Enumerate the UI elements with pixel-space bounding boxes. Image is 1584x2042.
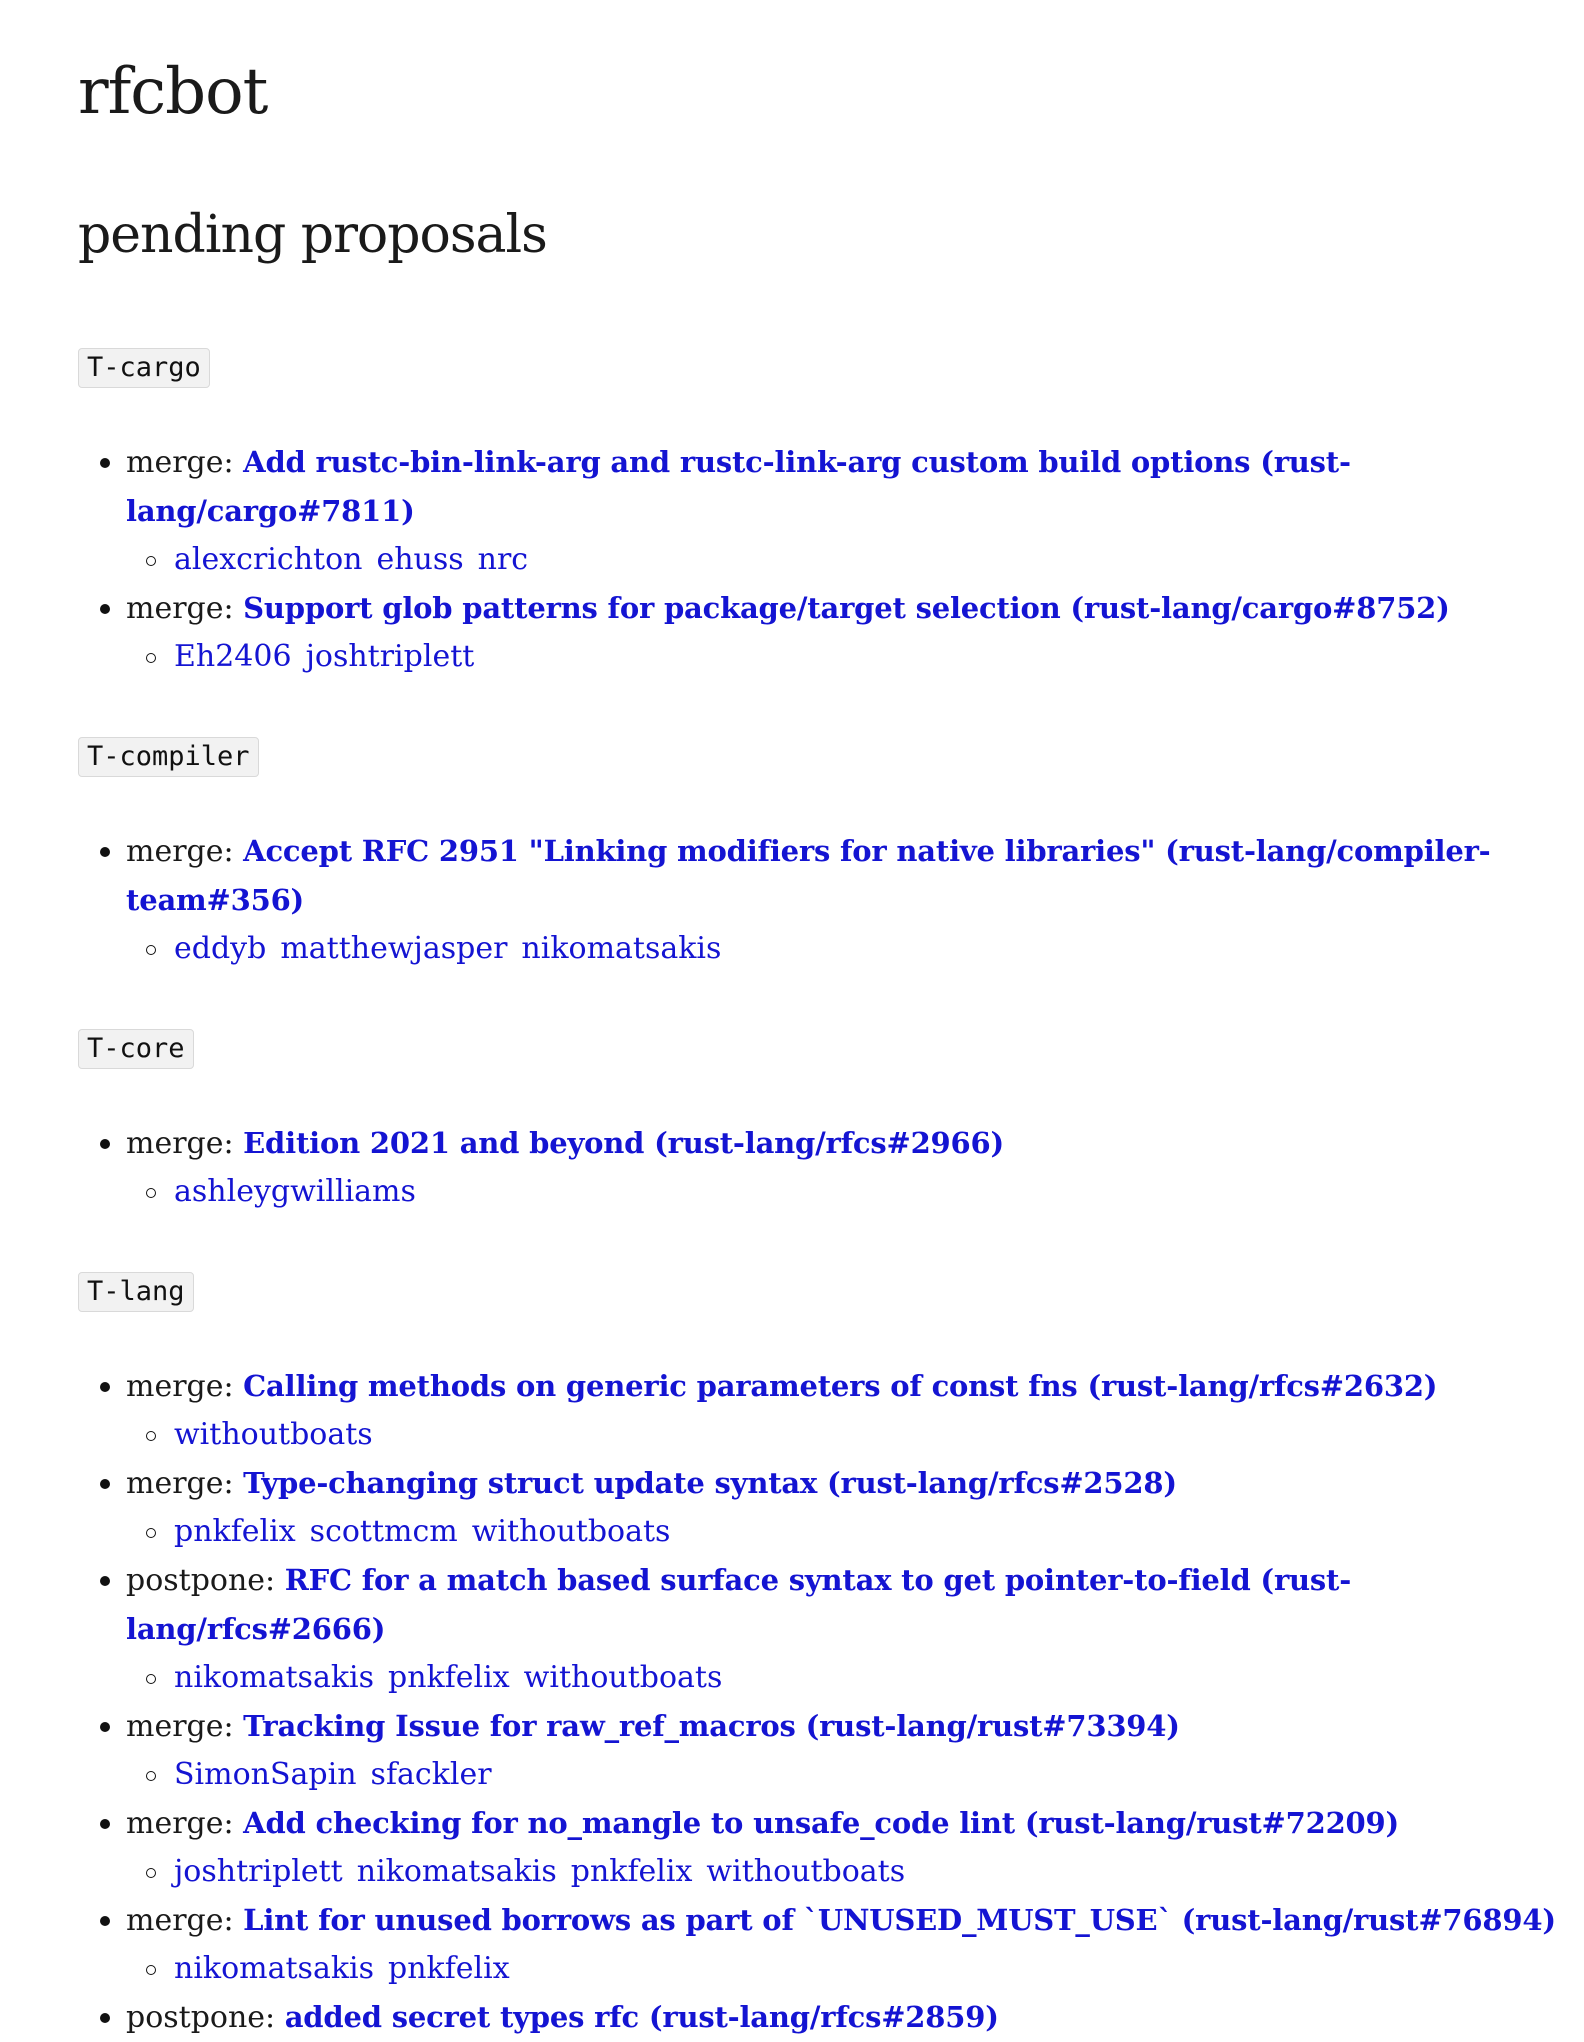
- reviewer-list: joshtriplett nikomatsakis pnkfelix withoutb…: [126, 1848, 1584, 1896]
- team-section: T-cargo merge: Add rustc-bin-link-arg and…: [78, 348, 1584, 681]
- reviewer-link[interactable]: pnkfelix: [388, 1660, 510, 1695]
- proposal-item: merge: Support glob patterns for package…: [78, 584, 1584, 681]
- reviewer-list: nikomatsakis pnkfelix: [126, 1945, 1584, 1993]
- reviewer-link[interactable]: withoutboats: [706, 1854, 905, 1889]
- reviewer-link[interactable]: nrc: [478, 542, 528, 577]
- reviewer-link[interactable]: withoutboats: [472, 1514, 671, 1549]
- proposal-link[interactable]: Lint for unused borrows as part of `UNUS…: [243, 1903, 1556, 1937]
- reviewer-link[interactable]: scottmcm: [310, 1514, 458, 1549]
- reviewer-row: SimonSapin sfackler: [126, 1751, 1584, 1799]
- proposal-disposition: merge:: [126, 834, 234, 869]
- reviewer-list: pnkfelix scottmcm withoutboats: [126, 1508, 1584, 1556]
- proposal-link[interactable]: Add checking for no_mangle to unsafe_cod…: [243, 1806, 1399, 1840]
- proposal-item: merge: Add rustc-bin-link-arg and rustc-…: [78, 438, 1584, 584]
- team-label: T-core: [78, 1029, 194, 1069]
- reviewer-row: pnkfelix scottmcm withoutboats: [126, 1508, 1584, 1556]
- reviewer-row: eddyb matthewjasper nikomatsakis: [126, 925, 1584, 973]
- team-section: T-core merge: Edition 2021 and beyond (ru…: [78, 1029, 1584, 1216]
- proposal-link[interactable]: RFC for a match based surface syntax to …: [126, 1563, 1351, 1646]
- proposal-item: merge: Add checking for no_mangle to uns…: [78, 1799, 1584, 1896]
- team-label: T-compiler: [78, 737, 259, 777]
- reviewer-link[interactable]: pnkfelix: [388, 1951, 510, 1986]
- proposal-link[interactable]: Edition 2021 and beyond (rust-lang/rfcs#…: [243, 1126, 1004, 1160]
- reviewer-list: eddyb matthewjasper nikomatsakis: [126, 925, 1584, 973]
- proposal-item: merge: Edition 2021 and beyond (rust-lan…: [78, 1119, 1584, 1216]
- reviewer-link[interactable]: matthewjasper: [280, 931, 507, 966]
- reviewer-row: joshtriplett nikomatsakis pnkfelix withoutb…: [126, 1848, 1584, 1896]
- proposal-link[interactable]: Accept RFC 2951 "Linking modifiers for n…: [126, 834, 1491, 917]
- proposal-link[interactable]: Calling methods on generic parameters of…: [243, 1369, 1437, 1403]
- proposal-disposition: merge:: [126, 1466, 234, 1501]
- proposal-item: merge: Accept RFC 2951 "Linking modifier…: [78, 827, 1584, 973]
- proposal-disposition: merge:: [126, 1709, 234, 1744]
- proposal-item: postpone: added secret types rfc (rust-l…: [78, 1993, 1584, 2042]
- proposal-item: merge: Lint for unused borrows as part o…: [78, 1896, 1584, 1993]
- proposal-list: merge: Calling methods on generic parame…: [78, 1362, 1584, 2042]
- reviewer-link[interactable]: nikomatsakis: [174, 1660, 374, 1695]
- teams-list: T-cargo merge: Add rustc-bin-link-arg and…: [78, 348, 1584, 2042]
- reviewer-link[interactable]: SimonSapin: [174, 1757, 357, 1792]
- proposal-disposition: postpone:: [126, 2000, 276, 2035]
- reviewer-row: alexcrichton ehuss nrc: [126, 536, 1584, 584]
- reviewer-row: nikomatsakis pnkfelix: [126, 1945, 1584, 1993]
- proposal-link[interactable]: Tracking Issue for raw_ref_macros (rust-…: [243, 1709, 1180, 1743]
- reviewer-link[interactable]: eddyb: [174, 931, 266, 966]
- reviewer-row: nikomatsakis pnkfelix withoutboats: [126, 1654, 1584, 1702]
- reviewer-link[interactable]: joshtriplett: [306, 639, 475, 674]
- reviewer-link[interactable]: ehuss: [376, 542, 463, 577]
- proposal-disposition: merge:: [126, 1369, 234, 1404]
- team-label: T-lang: [78, 1272, 194, 1312]
- team-label: T-cargo: [78, 348, 210, 388]
- proposal-disposition: merge:: [126, 1126, 234, 1161]
- proposal-disposition: merge:: [126, 1903, 234, 1938]
- reviewer-link[interactable]: sfackler: [371, 1757, 492, 1792]
- reviewer-row: Eh2406 joshtriplett: [126, 633, 1584, 681]
- proposal-list: merge: Add rustc-bin-link-arg and rustc-…: [78, 438, 1584, 681]
- reviewer-list: alexcrichton ehuss nrc: [126, 536, 1584, 584]
- proposal-item: postpone: RFC for a match based surface …: [78, 1556, 1584, 1702]
- proposal-item: merge: Type-changing struct update synta…: [78, 1459, 1584, 1556]
- proposal-disposition: merge:: [126, 591, 234, 626]
- page: rfcbot pending proposals T-cargo merge: A…: [78, 48, 1584, 2042]
- reviewer-link[interactable]: withoutboats: [174, 1417, 373, 1452]
- team-section: T-compiler merge: Accept RFC 2951 "Linkin…: [78, 737, 1584, 973]
- reviewer-link[interactable]: nikomatsakis: [357, 1854, 557, 1889]
- reviewer-list: Eh2406 joshtriplett: [126, 633, 1584, 681]
- reviewer-list: ashleygwilliams: [126, 1168, 1584, 1216]
- proposal-link[interactable]: added secret types rfc (rust-lang/rfcs#2…: [285, 2000, 999, 2034]
- proposal-disposition: merge:: [126, 1806, 234, 1841]
- reviewer-link[interactable]: joshtriplett: [174, 1854, 343, 1889]
- proposal-item: merge: Calling methods on generic parame…: [78, 1362, 1584, 1459]
- reviewer-row: ashleygwilliams: [126, 1168, 1584, 1216]
- proposal-link[interactable]: Support glob patterns for package/target…: [243, 591, 1450, 625]
- reviewer-link[interactable]: nikomatsakis: [521, 931, 721, 966]
- reviewer-link[interactable]: nikomatsakis: [174, 1951, 374, 1986]
- reviewer-row: withoutboats: [126, 1411, 1584, 1459]
- proposal-disposition: merge:: [126, 445, 234, 480]
- section-title: pending proposals: [78, 205, 548, 265]
- proposal-disposition: postpone:: [126, 1563, 276, 1598]
- reviewer-link[interactable]: pnkfelix: [571, 1854, 693, 1889]
- reviewer-link[interactable]: pnkfelix: [174, 1514, 296, 1549]
- page-title: rfcbot: [78, 55, 268, 129]
- team-section: T-lang merge: Calling methods on generic …: [78, 1272, 1584, 2042]
- proposal-item: merge: Tracking Issue for raw_ref_macros…: [78, 1702, 1584, 1799]
- reviewer-list: nikomatsakis pnkfelix withoutboats: [126, 1654, 1584, 1702]
- reviewer-list: withoutboats: [126, 1411, 1584, 1459]
- reviewer-list: SimonSapin sfackler: [126, 1751, 1584, 1799]
- reviewer-link[interactable]: alexcrichton: [174, 542, 362, 577]
- proposal-link[interactable]: Add rustc-bin-link-arg and rustc-link-ar…: [126, 445, 1351, 528]
- reviewer-link[interactable]: Eh2406: [174, 639, 292, 674]
- reviewer-link[interactable]: withoutboats: [524, 1660, 723, 1695]
- proposal-list: merge: Edition 2021 and beyond (rust-lan…: [78, 1119, 1584, 1216]
- reviewer-link[interactable]: ashleygwilliams: [174, 1174, 416, 1209]
- proposal-list: merge: Accept RFC 2951 "Linking modifier…: [78, 827, 1584, 973]
- proposal-link[interactable]: Type-changing struct update syntax (rust…: [243, 1466, 1177, 1500]
